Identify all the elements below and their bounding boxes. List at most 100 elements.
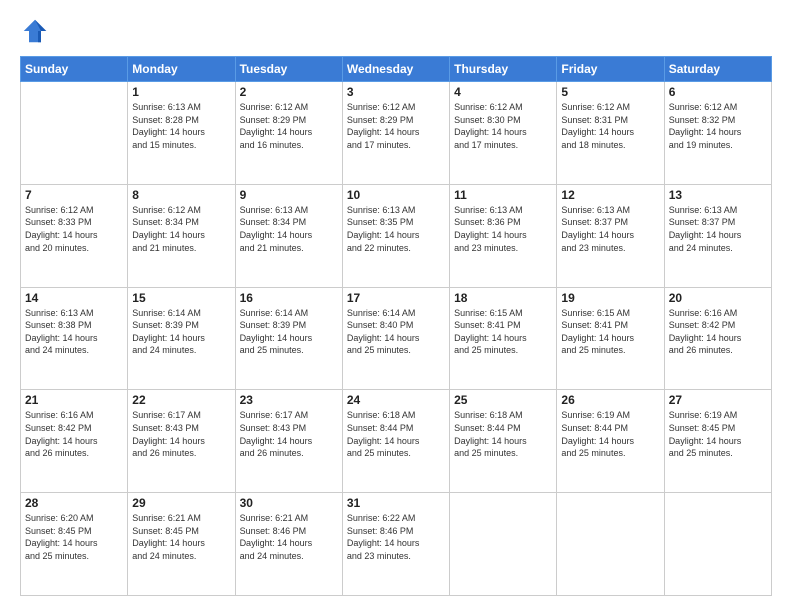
day-info: Sunrise: 6:12 AM Sunset: 8:32 PM Dayligh…: [669, 101, 767, 151]
day-info: Sunrise: 6:12 AM Sunset: 8:34 PM Dayligh…: [132, 204, 230, 254]
day-number: 2: [240, 85, 338, 99]
calendar-cell: 3 Sunrise: 6:12 AM Sunset: 8:29 PM Daylig…: [342, 82, 449, 185]
day-info: Sunrise: 6:12 AM Sunset: 8:29 PM Dayligh…: [347, 101, 445, 151]
calendar-cell: 22 Sunrise: 6:17 AM Sunset: 8:43 PM Dayli…: [128, 390, 235, 493]
day-info: Sunrise: 6:13 AM Sunset: 8:37 PM Dayligh…: [561, 204, 659, 254]
calendar-cell: 11 Sunrise: 6:13 AM Sunset: 8:36 PM Dayli…: [450, 184, 557, 287]
week-row-2: 7Sunrise: 6:12 AM Sunset: 8:33 PM Daylig…: [21, 184, 772, 287]
header: [20, 16, 772, 46]
calendar-cell: 19 Sunrise: 6:15 AM Sunset: 8:41 PM Dayli…: [557, 287, 664, 390]
day-info: Sunrise: 6:13 AM Sunset: 8:28 PM Dayligh…: [132, 101, 230, 151]
day-info: Sunrise: 6:21 AM Sunset: 8:46 PM Dayligh…: [240, 512, 338, 562]
day-number: 5: [561, 85, 659, 99]
calendar-cell: 13 Sunrise: 6:13 AM Sunset: 8:37 PM Dayli…: [664, 184, 771, 287]
page: SundayMondayTuesdayWednesdayThursdayFrid…: [0, 0, 792, 612]
calendar-cell: 30 Sunrise: 6:21 AM Sunset: 8:46 PM Dayli…: [235, 493, 342, 596]
day-number: 15: [132, 291, 230, 305]
calendar-cell: 25Sunrise: 6:18 AM Sunset: 8:44 PM Dayli…: [450, 390, 557, 493]
day-number: 21: [25, 393, 123, 407]
day-info: Sunrise: 6:17 AM Sunset: 8:43 PM Dayligh…: [240, 409, 338, 459]
calendar-header-saturday: Saturday: [664, 57, 771, 82]
day-info: Sunrise: 6:18 AM Sunset: 8:44 PM Dayligh…: [347, 409, 445, 459]
week-row-5: 28 Sunrise: 6:20 AM Sunset: 8:45 PM Dayli…: [21, 493, 772, 596]
calendar-cell: 24 Sunrise: 6:18 AM Sunset: 8:44 PM Dayli…: [342, 390, 449, 493]
day-number: 9: [240, 188, 338, 202]
calendar-cell: 1 Sunrise: 6:13 AM Sunset: 8:28 PM Daylig…: [128, 82, 235, 185]
calendar-cell: 28 Sunrise: 6:20 AM Sunset: 8:45 PM Dayli…: [21, 493, 128, 596]
calendar-cell: 27Sunrise: 6:19 AM Sunset: 8:45 PM Dayli…: [664, 390, 771, 493]
calendar-cell: [557, 493, 664, 596]
day-number: 18: [454, 291, 552, 305]
day-info: Sunrise: 6:19 AM Sunset: 8:45 PM Dayligh…: [669, 409, 767, 459]
day-number: 4: [454, 85, 552, 99]
day-number: 22: [132, 393, 230, 407]
day-number: 1: [132, 85, 230, 99]
day-number: 31: [347, 496, 445, 510]
calendar-header-wednesday: Wednesday: [342, 57, 449, 82]
day-info: Sunrise: 6:13 AM Sunset: 8:34 PM Dayligh…: [240, 204, 338, 254]
logo: [20, 16, 54, 46]
calendar-table: SundayMondayTuesdayWednesdayThursdayFrid…: [20, 56, 772, 596]
calendar-cell: 29Sunrise: 6:21 AM Sunset: 8:45 PM Dayli…: [128, 493, 235, 596]
calendar-cell: 17 Sunrise: 6:14 AM Sunset: 8:40 PM Dayli…: [342, 287, 449, 390]
day-info: Sunrise: 6:18 AM Sunset: 8:44 PM Dayligh…: [454, 409, 552, 459]
calendar-cell: 20Sunrise: 6:16 AM Sunset: 8:42 PM Dayli…: [664, 287, 771, 390]
calendar-header-sunday: Sunday: [21, 57, 128, 82]
day-info: Sunrise: 6:13 AM Sunset: 8:38 PM Dayligh…: [25, 307, 123, 357]
calendar-cell: 8 Sunrise: 6:12 AM Sunset: 8:34 PM Daylig…: [128, 184, 235, 287]
day-number: 26: [561, 393, 659, 407]
calendar-cell: 14 Sunrise: 6:13 AM Sunset: 8:38 PM Dayli…: [21, 287, 128, 390]
calendar-header-friday: Friday: [557, 57, 664, 82]
calendar-cell: 10 Sunrise: 6:13 AM Sunset: 8:35 PM Dayli…: [342, 184, 449, 287]
day-number: 17: [347, 291, 445, 305]
calendar-cell: 2Sunrise: 6:12 AM Sunset: 8:29 PM Daylig…: [235, 82, 342, 185]
calendar-header-row: SundayMondayTuesdayWednesdayThursdayFrid…: [21, 57, 772, 82]
day-number: 8: [132, 188, 230, 202]
day-number: 12: [561, 188, 659, 202]
calendar-cell: 23 Sunrise: 6:17 AM Sunset: 8:43 PM Dayli…: [235, 390, 342, 493]
day-number: 3: [347, 85, 445, 99]
calendar-cell: 16Sunrise: 6:14 AM Sunset: 8:39 PM Dayli…: [235, 287, 342, 390]
day-info: Sunrise: 6:14 AM Sunset: 8:40 PM Dayligh…: [347, 307, 445, 357]
day-number: 19: [561, 291, 659, 305]
day-info: Sunrise: 6:13 AM Sunset: 8:37 PM Dayligh…: [669, 204, 767, 254]
calendar-cell: [664, 493, 771, 596]
week-row-4: 21 Sunrise: 6:16 AM Sunset: 8:42 PM Dayli…: [21, 390, 772, 493]
day-number: 24: [347, 393, 445, 407]
day-info: Sunrise: 6:13 AM Sunset: 8:36 PM Dayligh…: [454, 204, 552, 254]
day-number: 10: [347, 188, 445, 202]
day-number: 7: [25, 188, 123, 202]
day-info: Sunrise: 6:14 AM Sunset: 8:39 PM Dayligh…: [132, 307, 230, 357]
calendar-cell: 4 Sunrise: 6:12 AM Sunset: 8:30 PM Daylig…: [450, 82, 557, 185]
day-info: Sunrise: 6:15 AM Sunset: 8:41 PM Dayligh…: [561, 307, 659, 357]
calendar-cell: 6 Sunrise: 6:12 AM Sunset: 8:32 PM Daylig…: [664, 82, 771, 185]
day-info: Sunrise: 6:12 AM Sunset: 8:31 PM Dayligh…: [561, 101, 659, 151]
day-number: 30: [240, 496, 338, 510]
day-info: Sunrise: 6:19 AM Sunset: 8:44 PM Dayligh…: [561, 409, 659, 459]
day-info: Sunrise: 6:17 AM Sunset: 8:43 PM Dayligh…: [132, 409, 230, 459]
calendar-cell: 21 Sunrise: 6:16 AM Sunset: 8:42 PM Dayli…: [21, 390, 128, 493]
calendar-cell: 31Sunrise: 6:22 AM Sunset: 8:46 PM Dayli…: [342, 493, 449, 596]
day-info: Sunrise: 6:13 AM Sunset: 8:35 PM Dayligh…: [347, 204, 445, 254]
calendar-cell: 12 Sunrise: 6:13 AM Sunset: 8:37 PM Dayli…: [557, 184, 664, 287]
day-number: 28: [25, 496, 123, 510]
calendar-cell: 18Sunrise: 6:15 AM Sunset: 8:41 PM Dayli…: [450, 287, 557, 390]
week-row-3: 14 Sunrise: 6:13 AM Sunset: 8:38 PM Dayli…: [21, 287, 772, 390]
calendar-cell: 5 Sunrise: 6:12 AM Sunset: 8:31 PM Daylig…: [557, 82, 664, 185]
week-row-1: 1 Sunrise: 6:13 AM Sunset: 8:28 PM Daylig…: [21, 82, 772, 185]
day-number: 16: [240, 291, 338, 305]
day-number: 29: [132, 496, 230, 510]
calendar-cell: [21, 82, 128, 185]
calendar-header-monday: Monday: [128, 57, 235, 82]
calendar-header-thursday: Thursday: [450, 57, 557, 82]
day-number: 23: [240, 393, 338, 407]
day-info: Sunrise: 6:12 AM Sunset: 8:30 PM Dayligh…: [454, 101, 552, 151]
day-number: 11: [454, 188, 552, 202]
day-number: 14: [25, 291, 123, 305]
calendar-cell: 9 Sunrise: 6:13 AM Sunset: 8:34 PM Daylig…: [235, 184, 342, 287]
calendar-cell: 15 Sunrise: 6:14 AM Sunset: 8:39 PM Dayli…: [128, 287, 235, 390]
day-info: Sunrise: 6:16 AM Sunset: 8:42 PM Dayligh…: [25, 409, 123, 459]
day-number: 13: [669, 188, 767, 202]
day-number: 6: [669, 85, 767, 99]
day-info: Sunrise: 6:20 AM Sunset: 8:45 PM Dayligh…: [25, 512, 123, 562]
